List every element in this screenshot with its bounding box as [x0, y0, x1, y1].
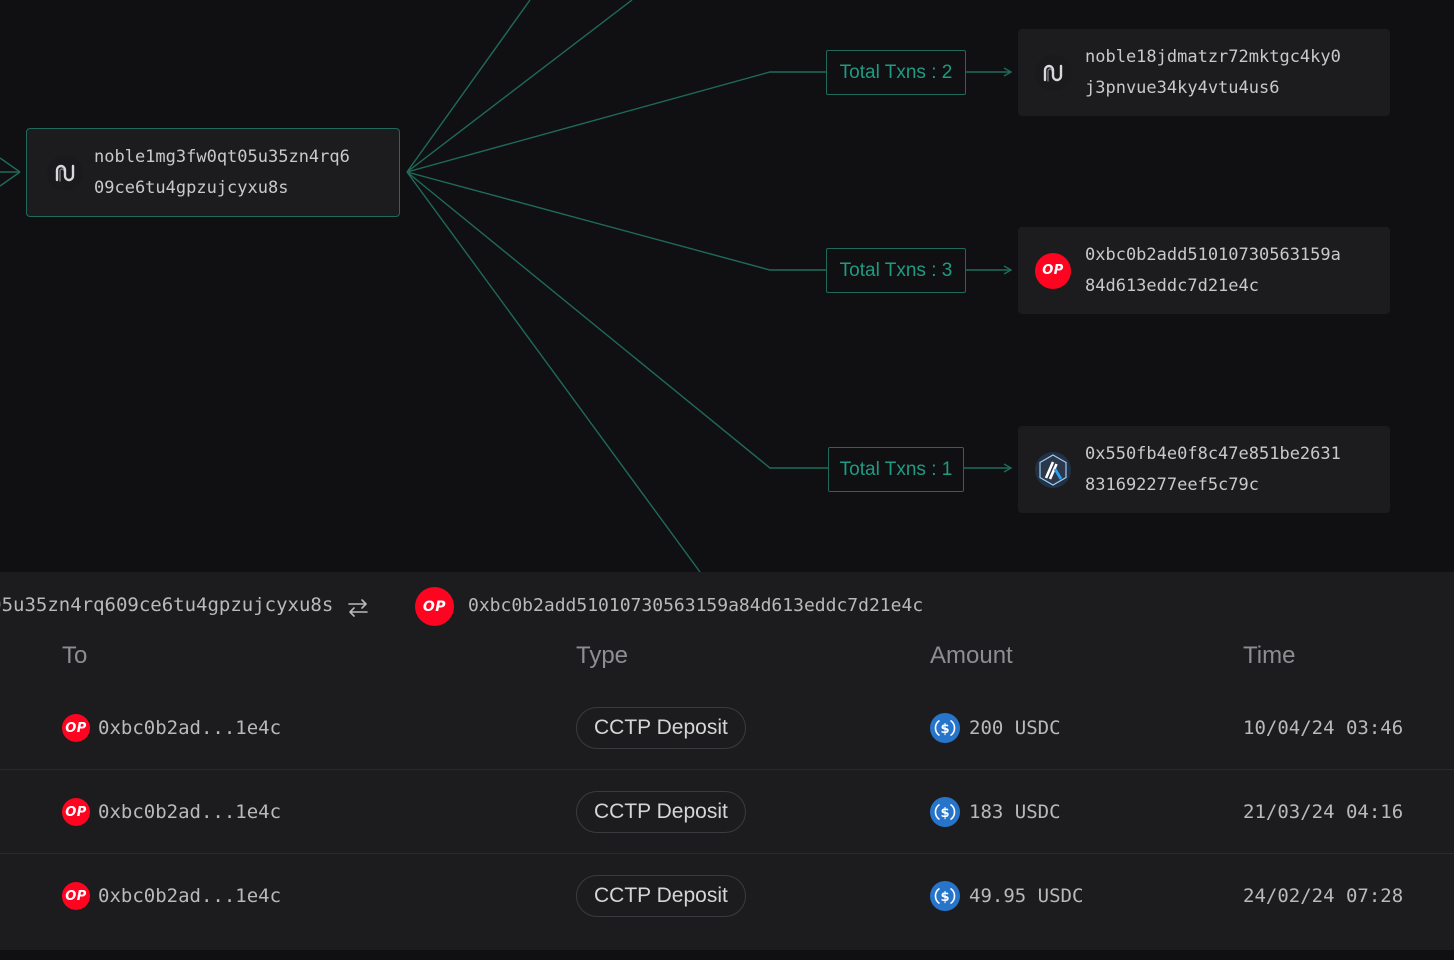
amount-value: 200 USDC: [969, 717, 1061, 739]
panel-bottom-edge: [0, 950, 1454, 960]
target-address: noble18jdmatzr72mktgc4ky0 j3pnvue34ky4vt…: [1085, 42, 1341, 104]
total-txns-text: Total Txns : 1: [839, 458, 953, 480]
table-header: To Type Amount Time: [0, 642, 1454, 672]
usdc-icon: $: [930, 797, 960, 827]
amount-value: 49.95 USDC: [969, 885, 1084, 907]
type-badge: CCTP Deposit: [576, 707, 746, 749]
optimism-logo-icon: OP: [62, 798, 90, 826]
arbitrum-logo-icon: [1035, 451, 1071, 488]
flow-explorer: noble1mg3fw0qt05u35zn4rq6 09ce6tu4gpzujc…: [0, 0, 1454, 960]
type-badge: CCTP Deposit: [576, 875, 746, 917]
column-header-to[interactable]: To: [62, 642, 87, 670]
address-line: 0x550fb4e0f8c47e851be2631: [1085, 443, 1341, 464]
source-address-node[interactable]: noble1mg3fw0qt05u35zn4rq6 09ce6tu4gpzujc…: [26, 128, 400, 217]
table-row[interactable]: OP 0xbc0b2ad...1e4c CCTP Deposit $ 49.95…: [0, 854, 1454, 938]
op-badge-text: OP: [65, 888, 87, 904]
svg-text:$: $: [940, 806, 949, 821]
incoming-edge: [0, 171, 21, 187]
target-address-node-1[interactable]: noble18jdmatzr72mktgc4ky0 j3pnvue34ky4vt…: [1018, 29, 1390, 116]
transactions-panel: noble1mg3fw0qt05u35zn4rq609ce6tu4gpzujcy…: [0, 572, 1454, 950]
address-line: j3pnvue34ky4vtu4us6: [1085, 77, 1280, 98]
to-address[interactable]: 0xbc0b2add51010730563159a84d613eddc7d21e…: [468, 595, 923, 616]
op-badge-text: OP: [422, 598, 447, 615]
optimism-logo-icon: OP: [415, 587, 454, 626]
time-cell: 10/04/24 03:46: [1243, 686, 1403, 770]
to-cell: OP 0xbc0b2ad...1e4c: [62, 770, 281, 854]
amount-value: 183 USDC: [969, 801, 1061, 823]
column-header-time[interactable]: Time: [1243, 642, 1295, 670]
target-address: 0x550fb4e0f8c47e851be2631 831692277eef5c…: [1085, 439, 1341, 501]
to-address-short[interactable]: 0xbc0b2ad...1e4c: [98, 885, 281, 907]
op-badge-text: OP: [65, 804, 87, 820]
amount-cell: $ 183 USDC: [930, 770, 1061, 854]
target-address: 0xbc0b2add51010730563159a 84d613eddc7d21…: [1085, 240, 1341, 302]
type-cell: CCTP Deposit: [576, 854, 746, 938]
svg-text:$: $: [940, 722, 949, 737]
op-badge-text: OP: [1042, 263, 1064, 278]
to-cell: OP 0xbc0b2ad...1e4c: [62, 686, 281, 770]
optimism-logo-icon: OP: [1035, 252, 1071, 289]
svg-text:$: $: [940, 890, 949, 905]
incoming-edge: [0, 157, 21, 173]
time-value: 21/03/24 04:16: [1243, 801, 1404, 823]
type-cell: CCTP Deposit: [576, 770, 746, 854]
table-row[interactable]: OP 0xbc0b2ad...1e4c CCTP Deposit $ 200 U…: [0, 686, 1454, 770]
transaction-graph[interactable]: noble1mg3fw0qt05u35zn4rq6 09ce6tu4gpzujc…: [0, 0, 1454, 572]
column-header-type[interactable]: Type: [576, 642, 628, 670]
swap-arrows-icon[interactable]: [344, 594, 372, 622]
total-txns-label-2[interactable]: Total Txns : 3: [826, 248, 966, 293]
type-badge: CCTP Deposit: [576, 791, 746, 833]
to-cell: OP 0xbc0b2ad...1e4c: [62, 854, 281, 938]
edge-to-target-1: [406, 71, 826, 173]
optimism-logo-icon: OP: [62, 714, 90, 742]
time-value: 10/04/24 03:46: [1243, 717, 1404, 739]
op-badge-text: OP: [65, 720, 87, 736]
target-address-node-3[interactable]: 0x550fb4e0f8c47e851be2631 831692277eef5c…: [1018, 426, 1390, 513]
edge-offscreen-top: [406, 0, 633, 173]
time-cell: 21/03/24 04:16: [1243, 770, 1403, 854]
edge-to-target-2: [406, 171, 826, 271]
address-line: 84d613eddc7d21e4c: [1085, 275, 1259, 296]
usdc-icon: $: [930, 881, 960, 911]
edge-to-target-3: [406, 171, 828, 469]
edge-offscreen-top: [406, 0, 531, 173]
type-cell: CCTP Deposit: [576, 686, 746, 770]
route-header: noble1mg3fw0qt05u35zn4rq609ce6tu4gpzujcy…: [0, 572, 1454, 642]
target-address-node-2[interactable]: OP 0xbc0b2add51010730563159a 84d613eddc7…: [1018, 227, 1390, 314]
address-line: 831692277eef5c79c: [1085, 474, 1259, 495]
usdc-icon: $: [930, 713, 960, 743]
noble-logo-icon: [47, 154, 83, 191]
total-txns-text: Total Txns : 3: [839, 259, 953, 281]
total-txns-label-1[interactable]: Total Txns : 2: [826, 50, 966, 95]
time-value: 24/02/24 07:28: [1243, 885, 1404, 907]
to-address-short[interactable]: 0xbc0b2ad...1e4c: [98, 801, 281, 823]
optimism-logo-icon: OP: [62, 882, 90, 910]
from-address[interactable]: noble1mg3fw0qt05u35zn4rq609ce6tu4gpzujcy…: [0, 594, 333, 616]
column-header-amount[interactable]: Amount: [930, 642, 1013, 670]
to-address-short[interactable]: 0xbc0b2ad...1e4c: [98, 717, 281, 739]
table-row[interactable]: OP 0xbc0b2ad...1e4c CCTP Deposit $ 183 U…: [0, 770, 1454, 854]
edge-offscreen-bottom: [406, 171, 701, 572]
address-line: noble18jdmatzr72mktgc4ky0: [1085, 46, 1341, 67]
amount-cell: $ 49.95 USDC: [930, 854, 1083, 938]
address-line: 09ce6tu4gpzujcyxu8s: [94, 177, 289, 198]
time-cell: 24/02/24 07:28: [1243, 854, 1403, 938]
address-line: noble1mg3fw0qt05u35zn4rq6: [94, 146, 350, 167]
source-address: noble1mg3fw0qt05u35zn4rq6 09ce6tu4gpzujc…: [94, 142, 350, 204]
amount-cell: $ 200 USDC: [930, 686, 1061, 770]
noble-logo-icon: [1035, 54, 1071, 91]
address-line: 0xbc0b2add51010730563159a: [1085, 244, 1341, 265]
total-txns-label-3[interactable]: Total Txns : 1: [828, 447, 964, 492]
total-txns-text: Total Txns : 2: [839, 61, 953, 83]
